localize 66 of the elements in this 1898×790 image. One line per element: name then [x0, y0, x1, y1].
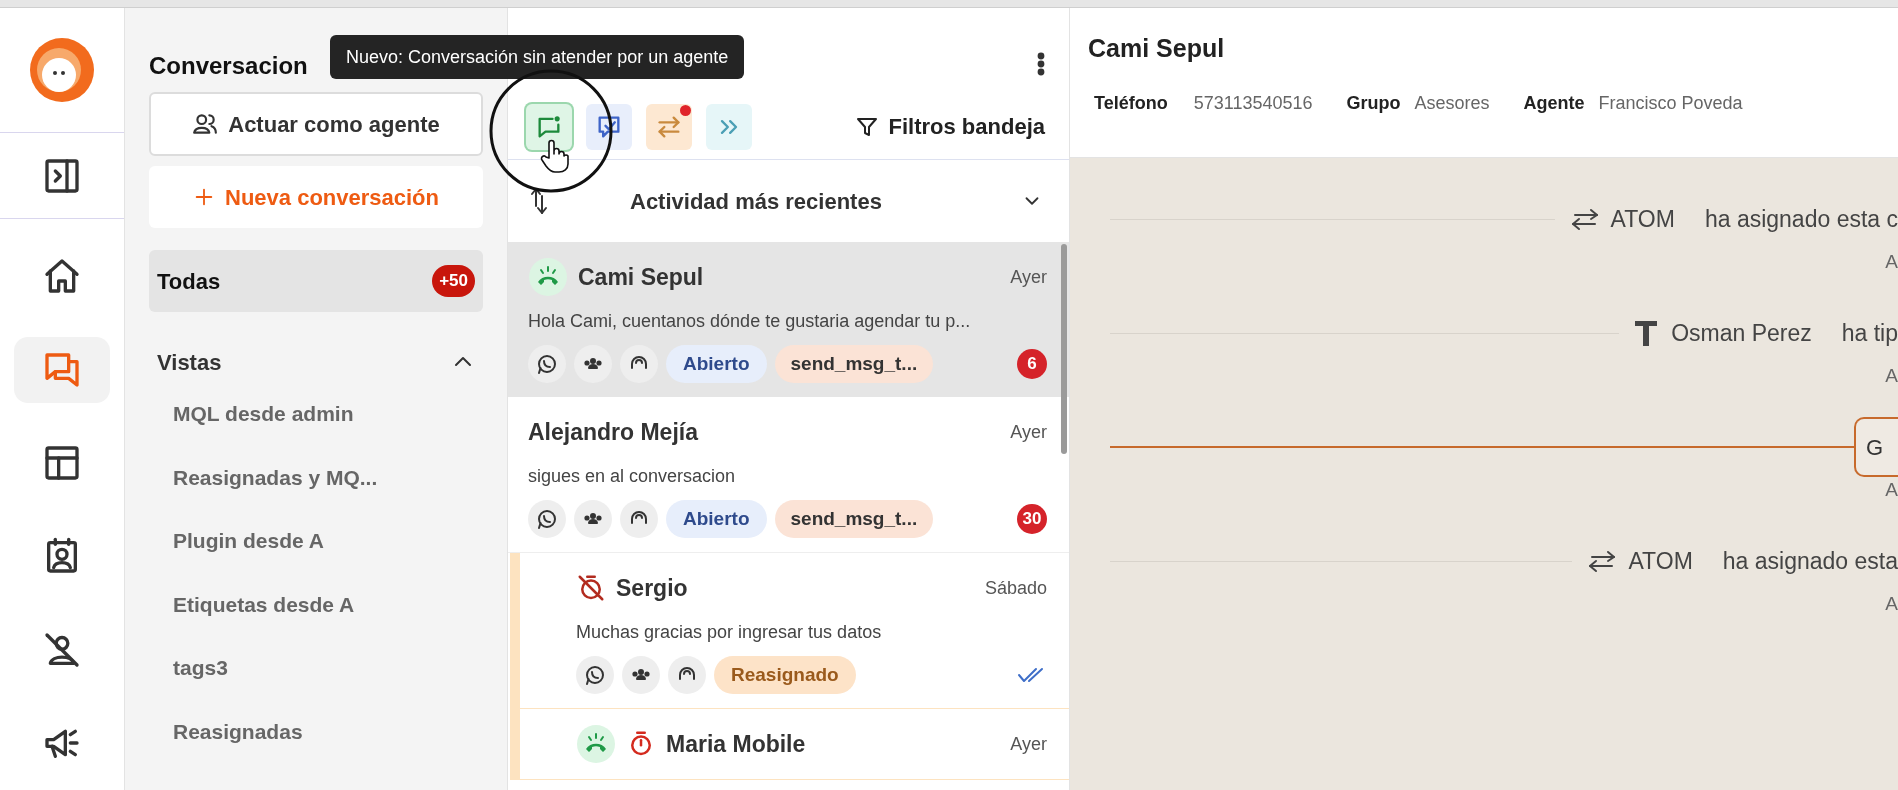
message-preview: Hola Cami, cuentanos dónde te gustaria agendar tu p...: [528, 310, 972, 333]
timestamp: Ayer: [1010, 420, 1047, 444]
timestamp: Ayer: [1010, 265, 1047, 289]
field-label: Grupo: [1346, 92, 1401, 115]
message-preview: Muchas gracias por ingresar tus datos: [576, 621, 883, 644]
status-tag: Abierto: [666, 345, 767, 383]
status-tag: Reasignado: [714, 656, 856, 694]
chat-title: Cami Sepul: [1088, 33, 1226, 64]
actor-name: Osman Perez: [1671, 318, 1812, 348]
view-item[interactable]: Reasignadas: [173, 699, 483, 763]
template-tag: send_msg_t...: [774, 345, 934, 383]
whatsapp-icon: [535, 352, 559, 376]
unread-badge: 6: [1017, 349, 1047, 379]
toolbar-tab[interactable]: [586, 103, 632, 150]
event-time: A: [1885, 478, 1898, 502]
toolbar-tab[interactable]: [526, 103, 572, 150]
scrollbar[interactable]: [1061, 244, 1067, 454]
actor-name: ATOM: [1628, 546, 1693, 576]
event-time: A: [1885, 364, 1898, 388]
conversation-item[interactable]: Cami Sepul Ayer Hola Cami, cuentanos dónde te gustaria agendar tu p... Abierto send_msg_t... 6: [508, 242, 1069, 397]
field-label: Teléfono: [1094, 92, 1168, 115]
sort-dropdown[interactable]: Actividad más recientes: [630, 184, 1049, 218]
contact-name: Sergio: [616, 573, 688, 603]
message-preview: sigues en al conversacion: [528, 465, 737, 488]
text-icon: [1633, 319, 1660, 347]
panel-title: Conversacion: [149, 51, 308, 81]
whatsapp-icon: [583, 663, 607, 687]
people-icon: [192, 111, 219, 137]
filters-button[interactable]: Filtros bandeja: [854, 110, 1051, 143]
logo: [29, 36, 95, 103]
section-title: Vistas: [157, 348, 222, 377]
whatsapp-icon: [535, 507, 559, 531]
view-item[interactable]: MQL desde admin: [173, 382, 483, 446]
hand-cursor-icon: [540, 138, 570, 174]
conversation-item[interactable]: Alejandro Mejía Ayer sigues en al conversacion Abierto send_msg_t... 30: [508, 397, 1069, 553]
layout-icon: [42, 443, 82, 483]
unread-badge: 30: [1017, 504, 1047, 534]
event-text: ha tip: [1841, 318, 1898, 348]
contact-name: Alejandro Mejía: [528, 417, 698, 447]
field-value: Asesores: [1414, 92, 1490, 115]
template-tag: send_msg_t...: [774, 500, 934, 538]
event-time: A: [1885, 592, 1898, 616]
date-chip: G: [1854, 417, 1898, 477]
field-value: Francisco Poveda: [1598, 92, 1743, 115]
view-item[interactable]: Etiquetas desde A: [173, 572, 483, 636]
view-item[interactable]: tags3: [173, 636, 483, 700]
event-text: ha asignado esta: [1722, 546, 1898, 576]
event-time: A: [1885, 250, 1898, 274]
status-tag: Abierto: [666, 500, 767, 538]
act-as-agent-button[interactable]: Actuar como agente: [149, 92, 483, 156]
tooltip: Nuevo: Conversación sin atender por un agente: [330, 35, 745, 79]
timestamp: Sábado: [984, 576, 1047, 600]
more-icon[interactable]: [1037, 52, 1045, 76]
view-item[interactable]: Plugin desde A: [173, 509, 483, 573]
plus-icon: [193, 186, 215, 208]
inbox-item[interactable]: Todas +50: [149, 250, 483, 312]
timestamp: Ayer: [1010, 732, 1047, 756]
actor-name: ATOM: [1610, 204, 1675, 234]
count-badge: +50: [432, 265, 475, 297]
event-text: ha asignado esta c: [1704, 204, 1898, 234]
field-value: 573113540516: [1193, 92, 1313, 115]
view-item[interactable]: Reasignadas y MQ...: [173, 445, 483, 509]
inbox-label: Todas: [157, 267, 221, 296]
contact-name: Maria Mobile: [666, 729, 806, 759]
contact-name: Cami Sepul: [578, 262, 704, 292]
field-label: Agente: [1523, 92, 1585, 115]
